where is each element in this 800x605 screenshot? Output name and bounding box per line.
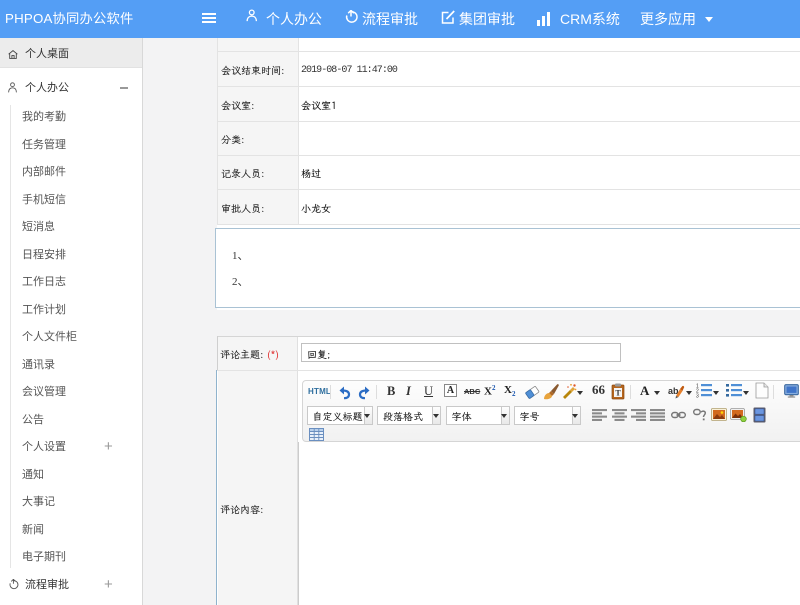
svg-text:T: T — [615, 389, 621, 398]
svg-text:3: 3 — [696, 394, 699, 399]
